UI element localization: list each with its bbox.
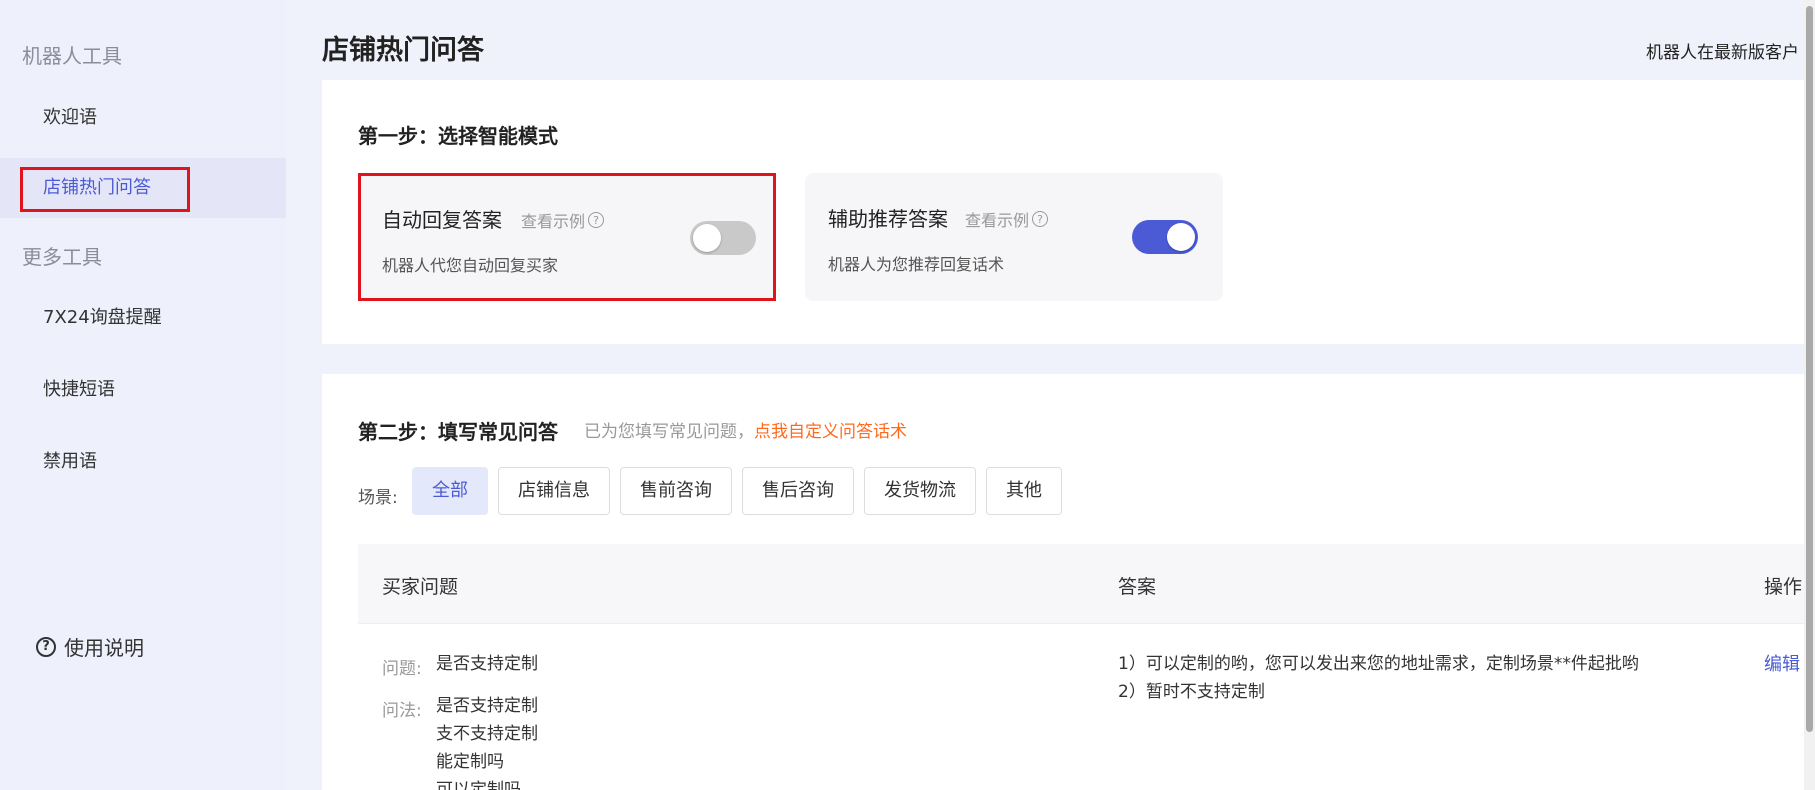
sidebar-item-welcome[interactable]: 欢迎语 (0, 88, 286, 148)
step2-hint-text: 已为您填写常见问题， (584, 422, 754, 442)
question-text: 是否支持定制 (436, 654, 538, 674)
scene-chip-other[interactable]: 其他 (986, 467, 1062, 515)
column-header-answer: 答案 (1118, 576, 1157, 598)
page-title: 店铺热门问答 (322, 35, 484, 66)
help-link[interactable]: ? 使用说明 (36, 632, 144, 661)
qa-table-header: 买家问题 答案 操作 (358, 544, 1804, 624)
question-icon: ? (1032, 211, 1049, 227)
view-example-link[interactable]: 查看示例 ? (965, 207, 1049, 231)
sidebar-group-robot-tools: 机器人工具 (22, 44, 122, 68)
help-label: 使用说明 (64, 636, 144, 660)
ask-variant: 支不支持定制 (436, 724, 538, 744)
mode-name: 自动回复答案 (382, 208, 502, 232)
asks-label: 问法: (382, 701, 422, 721)
help-icon: ? (36, 636, 56, 657)
mode-card-auto-reply: 自动回复答案 查看示例 ? 机器人代您自动回复买家 (358, 173, 776, 301)
edit-button[interactable]: 编辑 (1764, 650, 1800, 676)
scene-label: 场景: (358, 488, 398, 508)
step2-card: 第二步：填写常见问答 已为您填写常见问题，点我自定义问答话术 场景: 全部 店铺… (322, 374, 1804, 790)
sidebar-group-more-tools: 更多工具 (22, 245, 102, 269)
scene-chip-shipping[interactable]: 发货物流 (864, 467, 976, 515)
sidebar-item-inquiry-reminder[interactable]: 7X24询盘提醒 (0, 288, 286, 348)
customize-qa-link[interactable]: 点我自定义问答话术 (754, 422, 907, 442)
sidebar-item-banned-words[interactable]: 禁用语 (0, 432, 286, 492)
ask-variant: 可以定制吗 (436, 780, 521, 790)
ask-variant: 能定制吗 (436, 752, 504, 772)
scene-chip-aftersale[interactable]: 售后咨询 (742, 467, 854, 515)
top-right-notice: 机器人在最新版客户 (1646, 43, 1799, 63)
step2-title: 第二步：填写常见问答 (358, 420, 558, 444)
scrollbar[interactable] (1804, 0, 1815, 790)
sidebar: 机器人工具 欢迎语 店铺热门问答 更多工具 7X24询盘提醒 快捷短语 禁用语 … (0, 0, 286, 790)
mode-card-assist-recommend: 辅助推荐答案 查看示例 ? 机器人为您推荐回复话术 (805, 173, 1223, 301)
step1-card: 第一步：选择智能模式 自动回复答案 查看示例 ? 机器人代您自动回复买家 辅助推… (322, 80, 1804, 344)
toggle-knob (693, 224, 721, 252)
scene-chip-shop-info[interactable]: 店铺信息 (498, 467, 610, 515)
view-example-link[interactable]: 查看示例 ? (521, 208, 605, 232)
answer-line: 1）可以定制的哟，您可以发出来您的地址需求，定制场景**件起批哟 (1118, 654, 1639, 674)
assist-recommend-toggle[interactable] (1132, 220, 1198, 254)
column-header-question: 买家问题 (382, 576, 459, 598)
mode-desc: 机器人代您自动回复买家 (382, 256, 559, 275)
step1-title: 第一步：选择智能模式 (358, 124, 558, 148)
answer-line: 2）暂时不支持定制 (1118, 682, 1265, 702)
view-example-label: 查看示例 (521, 212, 586, 231)
question-icon: ? (588, 212, 605, 228)
mode-name: 辅助推荐答案 (828, 207, 948, 231)
auto-reply-toggle[interactable] (690, 221, 756, 255)
highlight-box-sidebar (20, 167, 190, 212)
ask-variant: 是否支持定制 (436, 696, 538, 716)
column-header-action: 操作 (1764, 576, 1803, 598)
sidebar-item-quick-phrases[interactable]: 快捷短语 (0, 360, 286, 420)
mode-desc: 机器人为您推荐回复话术 (828, 255, 1005, 274)
toggle-knob (1167, 223, 1195, 251)
question-label: 问题: (382, 659, 422, 679)
view-example-label: 查看示例 (965, 211, 1030, 230)
scrollbar-thumb[interactable] (1806, 6, 1813, 732)
step2-hint: 已为您填写常见问题，点我自定义问答话术 (584, 417, 907, 442)
scene-chip-presale[interactable]: 售前咨询 (620, 467, 732, 515)
scene-chip-all[interactable]: 全部 (412, 467, 488, 515)
